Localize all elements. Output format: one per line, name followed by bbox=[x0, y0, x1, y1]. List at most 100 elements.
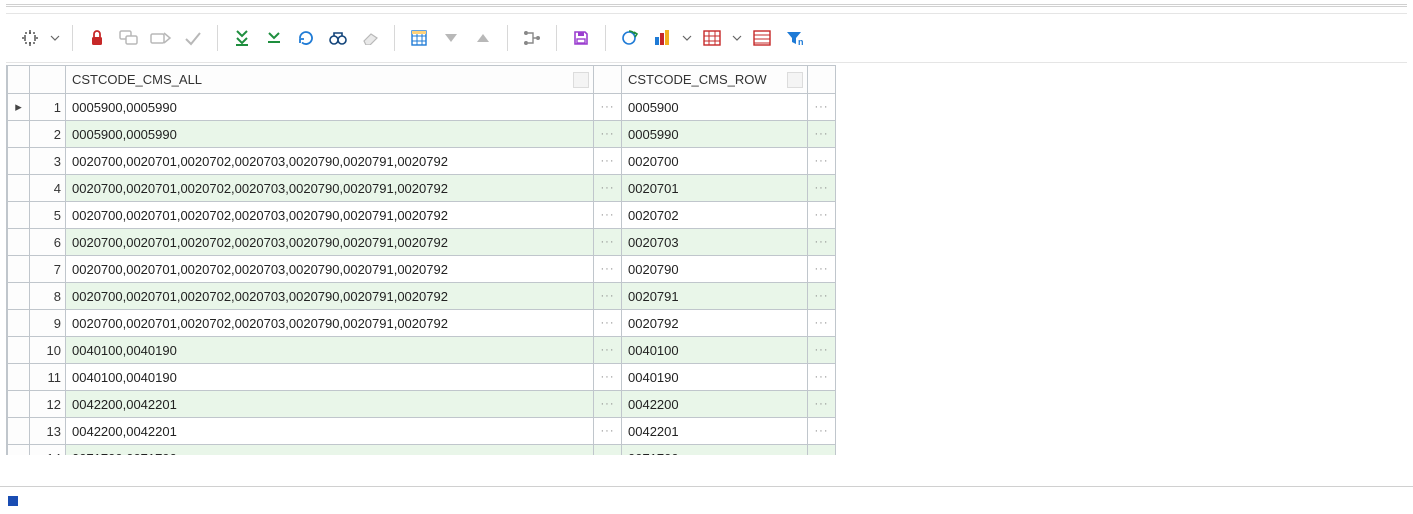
cell-ellipsis-button[interactable]: ··· bbox=[808, 310, 836, 337]
cell-cstcode-all[interactable]: 0020700,0020701,0020702,0020703,0020790,… bbox=[66, 229, 594, 256]
cell-cstcode-all[interactable]: 0040100,0040190 bbox=[66, 337, 594, 364]
tree-button[interactable] bbox=[518, 24, 546, 52]
cell-ellipsis-button[interactable]: ··· bbox=[594, 364, 622, 391]
single-record-button[interactable] bbox=[748, 24, 776, 52]
cell-ellipsis-button[interactable]: ··· bbox=[594, 94, 622, 121]
cell-cstcode-all[interactable]: 0020700,0020701,0020702,0020703,0020790,… bbox=[66, 148, 594, 175]
table-row[interactable]: 50020700,0020701,0020702,0020703,0020790… bbox=[8, 202, 836, 229]
fit-window-button[interactable] bbox=[16, 24, 44, 52]
cell-ellipsis-button[interactable]: ··· bbox=[808, 229, 836, 256]
cell-cstcode-all[interactable]: 0020700,0020701,0020702,0020703,0020790,… bbox=[66, 175, 594, 202]
cell-ellipsis-button[interactable]: ··· bbox=[594, 283, 622, 310]
lock-button[interactable] bbox=[83, 24, 111, 52]
cell-cstcode-row[interactable]: 0020701 bbox=[622, 175, 808, 202]
data-grid[interactable]: CSTCODE_CMS_ALL CSTCODE_CMS_ROW ▸1000590… bbox=[6, 65, 1407, 455]
table-row[interactable]: 90020700,0020701,0020702,0020703,0020790… bbox=[8, 310, 836, 337]
cell-cstcode-row[interactable]: 0020791 bbox=[622, 283, 808, 310]
fetch-next-button[interactable] bbox=[260, 24, 288, 52]
sort-desc-button[interactable] bbox=[437, 24, 465, 52]
cell-cstcode-row[interactable]: 0040100 bbox=[622, 337, 808, 364]
cell-cstcode-all[interactable]: 0071700,0071790 bbox=[66, 445, 594, 456]
table-view-dropdown[interactable] bbox=[730, 33, 744, 43]
fetch-all-button[interactable] bbox=[228, 24, 256, 52]
cell-cstcode-all[interactable]: 0042200,0042201 bbox=[66, 391, 594, 418]
cell-cstcode-row[interactable]: 0042200 bbox=[622, 391, 808, 418]
cell-cstcode-row[interactable]: 0042201 bbox=[622, 418, 808, 445]
table-row[interactable]: 100040100,0040190···0040100··· bbox=[8, 337, 836, 364]
grid-tool-button[interactable] bbox=[405, 24, 433, 52]
cell-cstcode-row[interactable]: 0071700 bbox=[622, 445, 808, 456]
chevron-down-icon bbox=[50, 33, 60, 43]
column-sort-icon[interactable] bbox=[787, 72, 803, 88]
cell-ellipsis-button[interactable]: ··· bbox=[808, 364, 836, 391]
cell-cstcode-all[interactable]: 0020700,0020701,0020702,0020703,0020790,… bbox=[66, 256, 594, 283]
cell-cstcode-all[interactable]: 0042200,0042201 bbox=[66, 418, 594, 445]
cell-ellipsis-button[interactable]: ··· bbox=[594, 202, 622, 229]
cell-cstcode-row[interactable]: 0020702 bbox=[622, 202, 808, 229]
cell-ellipsis-button[interactable]: ··· bbox=[808, 202, 836, 229]
table-row[interactable]: 40020700,0020701,0020702,0020703,0020790… bbox=[8, 175, 836, 202]
cell-ellipsis-button[interactable]: ··· bbox=[808, 337, 836, 364]
table-row[interactable]: 140071700,0071790···0071700··· bbox=[8, 445, 836, 456]
cell-ellipsis-button[interactable]: ··· bbox=[594, 148, 622, 175]
fit-window-dropdown[interactable] bbox=[48, 33, 62, 43]
cell-cstcode-row[interactable]: 0020700 bbox=[622, 148, 808, 175]
commit-button[interactable] bbox=[179, 24, 207, 52]
eraser-button[interactable] bbox=[356, 24, 384, 52]
cell-cstcode-all[interactable]: 0040100,0040190 bbox=[66, 364, 594, 391]
cell-ellipsis-button[interactable]: ··· bbox=[808, 418, 836, 445]
cell-ellipsis-button[interactable]: ··· bbox=[594, 310, 622, 337]
cell-cstcode-all[interactable]: 0020700,0020701,0020702,0020703,0020790,… bbox=[66, 283, 594, 310]
cell-ellipsis-button[interactable]: ··· bbox=[808, 391, 836, 418]
table-view-button[interactable] bbox=[698, 24, 726, 52]
table-row[interactable]: 60020700,0020701,0020702,0020703,0020790… bbox=[8, 229, 836, 256]
table-row[interactable]: 20005900,0005990···0005990··· bbox=[8, 121, 836, 148]
column-header-row[interactable]: CSTCODE_CMS_ROW bbox=[622, 66, 808, 94]
clone-row-button[interactable] bbox=[115, 24, 143, 52]
cell-ellipsis-button[interactable]: ··· bbox=[594, 337, 622, 364]
save-button[interactable] bbox=[567, 24, 595, 52]
cell-cstcode-all[interactable]: 0005900,0005990 bbox=[66, 94, 594, 121]
cell-cstcode-row[interactable]: 0040190 bbox=[622, 364, 808, 391]
table-row[interactable]: 80020700,0020701,0020702,0020703,0020790… bbox=[8, 283, 836, 310]
chart-dropdown[interactable] bbox=[680, 33, 694, 43]
cell-cstcode-row[interactable]: 0005990 bbox=[622, 121, 808, 148]
cell-cstcode-all[interactable]: 0020700,0020701,0020702,0020703,0020790,… bbox=[66, 202, 594, 229]
table-row[interactable]: ▸10005900,0005990···0005900··· bbox=[8, 94, 836, 121]
column-sort-icon[interactable] bbox=[573, 72, 589, 88]
cell-ellipsis-button[interactable]: ··· bbox=[808, 94, 836, 121]
cell-ellipsis-button[interactable]: ··· bbox=[594, 175, 622, 202]
column-header-label: CSTCODE_CMS_ROW bbox=[628, 72, 767, 87]
filter-button[interactable]: n bbox=[780, 24, 808, 52]
table-row[interactable]: 30020700,0020701,0020702,0020703,0020790… bbox=[8, 148, 836, 175]
table-row[interactable]: 70020700,0020701,0020702,0020703,0020790… bbox=[8, 256, 836, 283]
table-row[interactable]: 120042200,0042201···0042200··· bbox=[8, 391, 836, 418]
cell-ellipsis-button[interactable]: ··· bbox=[808, 121, 836, 148]
refresh-button[interactable] bbox=[292, 24, 320, 52]
sort-asc-button[interactable] bbox=[469, 24, 497, 52]
column-header-all[interactable]: CSTCODE_CMS_ALL bbox=[66, 66, 594, 94]
cell-cstcode-row[interactable]: 0005900 bbox=[622, 94, 808, 121]
cell-ellipsis-button[interactable]: ··· bbox=[594, 121, 622, 148]
find-button[interactable] bbox=[324, 24, 352, 52]
cell-ellipsis-button[interactable]: ··· bbox=[594, 256, 622, 283]
reload-button[interactable] bbox=[616, 24, 644, 52]
cell-ellipsis-button[interactable]: ··· bbox=[808, 175, 836, 202]
cell-ellipsis-button[interactable]: ··· bbox=[808, 283, 836, 310]
cell-cstcode-all[interactable]: 0020700,0020701,0020702,0020703,0020790,… bbox=[66, 310, 594, 337]
chart-button[interactable] bbox=[648, 24, 676, 52]
cell-ellipsis-button[interactable]: ··· bbox=[808, 148, 836, 175]
cell-ellipsis-button[interactable]: ··· bbox=[594, 445, 622, 456]
table-row[interactable]: 130042200,0042201···0042201··· bbox=[8, 418, 836, 445]
cell-ellipsis-button[interactable]: ··· bbox=[808, 445, 836, 456]
cell-ellipsis-button[interactable]: ··· bbox=[594, 418, 622, 445]
cell-cstcode-all[interactable]: 0005900,0005990 bbox=[66, 121, 594, 148]
cell-cstcode-row[interactable]: 0020792 bbox=[622, 310, 808, 337]
paste-row-button[interactable] bbox=[147, 24, 175, 52]
cell-cstcode-row[interactable]: 0020703 bbox=[622, 229, 808, 256]
cell-ellipsis-button[interactable]: ··· bbox=[594, 391, 622, 418]
cell-cstcode-row[interactable]: 0020790 bbox=[622, 256, 808, 283]
cell-ellipsis-button[interactable]: ··· bbox=[594, 229, 622, 256]
cell-ellipsis-button[interactable]: ··· bbox=[808, 256, 836, 283]
table-row[interactable]: 110040100,0040190···0040190··· bbox=[8, 364, 836, 391]
